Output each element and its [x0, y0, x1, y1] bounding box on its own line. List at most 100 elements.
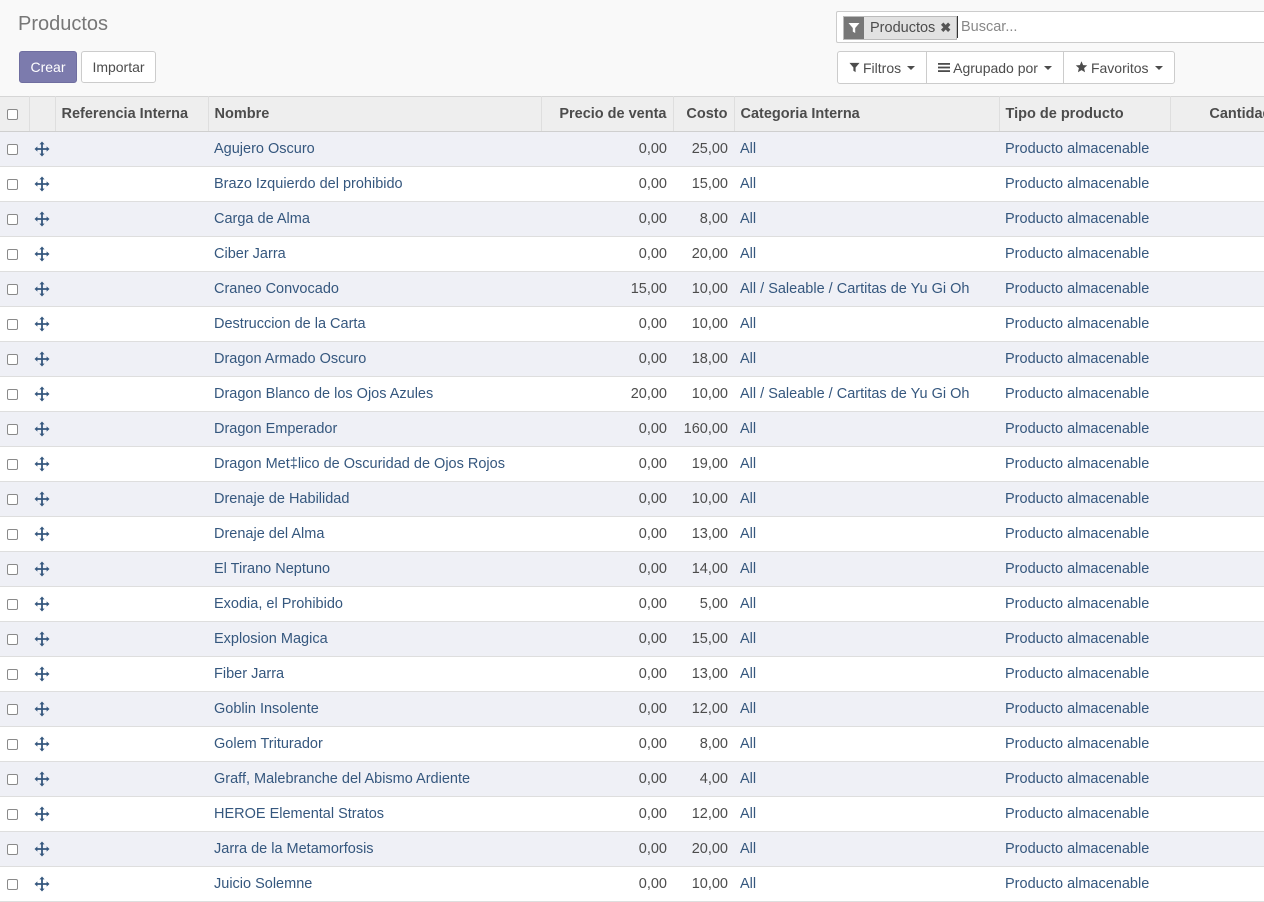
cell-ref[interactable] [55, 656, 208, 692]
cell-price[interactable]: 0,00 [541, 341, 673, 377]
cell-cost[interactable]: 4,00 [673, 761, 734, 797]
cell-name[interactable]: Craneo Convocado [208, 271, 541, 307]
row-checkbox[interactable] [7, 213, 18, 225]
cell-ref[interactable] [55, 831, 208, 867]
cell-cost[interactable]: 10,00 [673, 481, 734, 517]
cell-category[interactable]: All [734, 236, 999, 272]
drag-handle-icon[interactable] [29, 351, 55, 367]
row-checkbox-cell[interactable] [0, 621, 29, 657]
cell-price[interactable]: 0,00 [541, 831, 673, 867]
cell-type[interactable]: Producto almacenable [999, 761, 1170, 797]
cell-qty[interactable] [1170, 691, 1264, 727]
drag-handle-icon[interactable] [29, 876, 55, 892]
row-checkbox-cell[interactable] [0, 481, 29, 517]
cell-type[interactable]: Producto almacenable [999, 306, 1170, 342]
cell-cost[interactable]: 20,00 [673, 236, 734, 272]
table-row[interactable]: Fiber Jarra 0,00 13,00 All Producto almacena… [0, 656, 1264, 692]
cell-cost[interactable]: 12,00 [673, 691, 734, 727]
cell-name[interactable]: Carga de Alma [208, 201, 541, 237]
cell-type[interactable]: Producto almacenable [999, 376, 1170, 412]
row-checkbox[interactable] [7, 353, 18, 365]
cell-type[interactable]: Producto almacenable [999, 831, 1170, 867]
table-row[interactable]: Destruccion de la Carta 0,00 10,00 All Produ… [0, 306, 1264, 342]
row-handle-cell[interactable] [29, 691, 55, 727]
cell-ref[interactable] [55, 236, 208, 272]
cell-price[interactable]: 0,00 [541, 166, 673, 202]
close-icon[interactable]: ✖ [940, 17, 956, 39]
select-all-checkbox-cell[interactable] [0, 96, 30, 132]
table-row[interactable]: Jarra de la Metamorfosis 0,00 20,00 All Prod… [0, 831, 1264, 867]
cell-category[interactable]: All [734, 586, 999, 622]
cell-qty[interactable] [1170, 866, 1264, 902]
search-facet[interactable]: Productos ✖ [843, 16, 958, 40]
row-checkbox-cell[interactable] [0, 726, 29, 762]
row-handle-cell[interactable] [29, 131, 55, 167]
search-input[interactable] [957, 16, 1261, 38]
column-header-category[interactable]: Categoria Interna [734, 96, 1000, 132]
drag-handle-icon[interactable] [29, 316, 55, 332]
cell-price[interactable]: 0,00 [541, 236, 673, 272]
cell-qty[interactable] [1170, 341, 1264, 377]
cell-cost[interactable]: 13,00 [673, 516, 734, 552]
cell-ref[interactable] [55, 446, 208, 482]
row-checkbox-cell[interactable] [0, 796, 29, 832]
cell-qty[interactable] [1170, 621, 1264, 657]
cell-qty[interactable] [1170, 796, 1264, 832]
cell-qty[interactable] [1170, 306, 1264, 342]
row-checkbox-cell[interactable] [0, 866, 29, 902]
cell-cost[interactable]: 8,00 [673, 726, 734, 762]
cell-price[interactable]: 0,00 [541, 446, 673, 482]
cell-name[interactable]: Goblin Insolente [208, 691, 541, 727]
column-header-ref[interactable]: Referencia Interna [55, 96, 209, 132]
cell-cost[interactable]: 8,00 [673, 201, 734, 237]
cell-price[interactable]: 0,00 [541, 691, 673, 727]
cell-category[interactable]: All [734, 201, 999, 237]
cell-category[interactable]: All [734, 621, 999, 657]
row-handle-cell[interactable] [29, 866, 55, 902]
cell-cost[interactable]: 5,00 [673, 586, 734, 622]
row-checkbox-cell[interactable] [0, 306, 29, 342]
table-row[interactable]: El Tirano Neptuno 0,00 14,00 All Producto al… [0, 551, 1264, 587]
row-checkbox[interactable] [7, 598, 18, 610]
cell-cost[interactable]: 13,00 [673, 656, 734, 692]
cell-price[interactable]: 0,00 [541, 656, 673, 692]
cell-ref[interactable] [55, 516, 208, 552]
drag-handle-icon[interactable] [29, 456, 55, 472]
row-checkbox[interactable] [7, 668, 18, 680]
cell-price[interactable]: 15,00 [541, 271, 673, 307]
row-handle-cell[interactable] [29, 376, 55, 412]
cell-type[interactable]: Producto almacenable [999, 446, 1170, 482]
cell-name[interactable]: El Tirano Neptuno [208, 551, 541, 587]
row-handle-cell[interactable] [29, 166, 55, 202]
cell-name[interactable]: Dragon Met‡lico de Oscuridad de Ojos Roj… [208, 446, 541, 482]
row-handle-cell[interactable] [29, 761, 55, 797]
table-row[interactable]: Juicio Solemne 0,00 10,00 All Producto almac… [0, 866, 1264, 902]
cell-qty[interactable] [1170, 236, 1264, 272]
cell-category[interactable]: All [734, 831, 999, 867]
cell-ref[interactable] [55, 376, 208, 412]
cell-type[interactable]: Producto almacenable [999, 796, 1170, 832]
cell-name[interactable]: Drenaje del Alma [208, 516, 541, 552]
cell-type[interactable]: Producto almacenable [999, 586, 1170, 622]
row-checkbox[interactable] [7, 178, 18, 190]
cell-price[interactable]: 0,00 [541, 621, 673, 657]
cell-qty[interactable] [1170, 831, 1264, 867]
cell-category[interactable]: All [734, 656, 999, 692]
row-checkbox[interactable] [7, 843, 18, 855]
cell-category[interactable]: All [734, 481, 999, 517]
row-checkbox[interactable] [7, 528, 18, 540]
drag-handle-icon[interactable] [29, 526, 55, 542]
row-checkbox[interactable] [7, 563, 18, 575]
cell-price[interactable]: 0,00 [541, 201, 673, 237]
drag-handle-icon[interactable] [29, 386, 55, 402]
row-checkbox-cell[interactable] [0, 341, 29, 377]
cell-ref[interactable] [55, 271, 208, 307]
row-handle-cell[interactable] [29, 656, 55, 692]
cell-ref[interactable] [55, 866, 208, 902]
table-row[interactable]: Explosion Magica 0,00 15,00 All Producto alm… [0, 621, 1264, 657]
cell-ref[interactable] [55, 551, 208, 587]
column-header-name[interactable]: Nombre [208, 96, 542, 132]
column-header-cost[interactable]: Costo [673, 96, 735, 132]
cell-ref[interactable] [55, 796, 208, 832]
row-handle-cell[interactable] [29, 446, 55, 482]
